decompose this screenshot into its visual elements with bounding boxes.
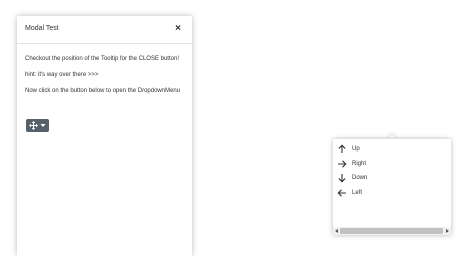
arrow-down-icon (338, 174, 346, 183)
arrow-up-icon (338, 144, 346, 153)
menu-item-left[interactable]: Left (333, 187, 451, 201)
modal-title: Modal Test (25, 25, 59, 32)
menu-item-label: Down (352, 175, 368, 181)
horizontal-scrollbar[interactable] (333, 227, 451, 235)
modal-body: Checkout the position of the Tooltip for… (25, 56, 186, 103)
dropdown-toggle-button[interactable] (26, 119, 49, 132)
close-button[interactable]: × (172, 22, 184, 36)
modal-header: Modal Test × (17, 16, 192, 44)
arrow-right-icon (338, 159, 347, 168)
menu-item-label: Up (352, 146, 360, 152)
move-icon (29, 121, 38, 130)
dropdown-menu: Up Right Down Left (333, 139, 451, 235)
instruction-text: Checkout the position of the Tooltip for… (25, 56, 179, 62)
hint-text: hint: it's way over there >>> (25, 71, 99, 78)
instruction-text: Now click on the button below to open th… (25, 87, 181, 94)
scroll-thumb[interactable] (340, 228, 443, 234)
caret-down-icon (40, 124, 46, 127)
menu-item-label: Right (352, 160, 367, 167)
menu-item-up[interactable]: Up (333, 143, 451, 157)
menu-item-down[interactable]: Down (333, 172, 451, 186)
scroll-left-icon[interactable] (335, 229, 338, 233)
modal-dialog: Modal Test × Checkout the position of th… (17, 16, 192, 256)
menu-item-right[interactable]: Right (333, 158, 451, 172)
menu-item-label: Left (352, 189, 363, 196)
scroll-right-icon[interactable] (446, 229, 449, 233)
arrow-left-icon (337, 188, 346, 197)
